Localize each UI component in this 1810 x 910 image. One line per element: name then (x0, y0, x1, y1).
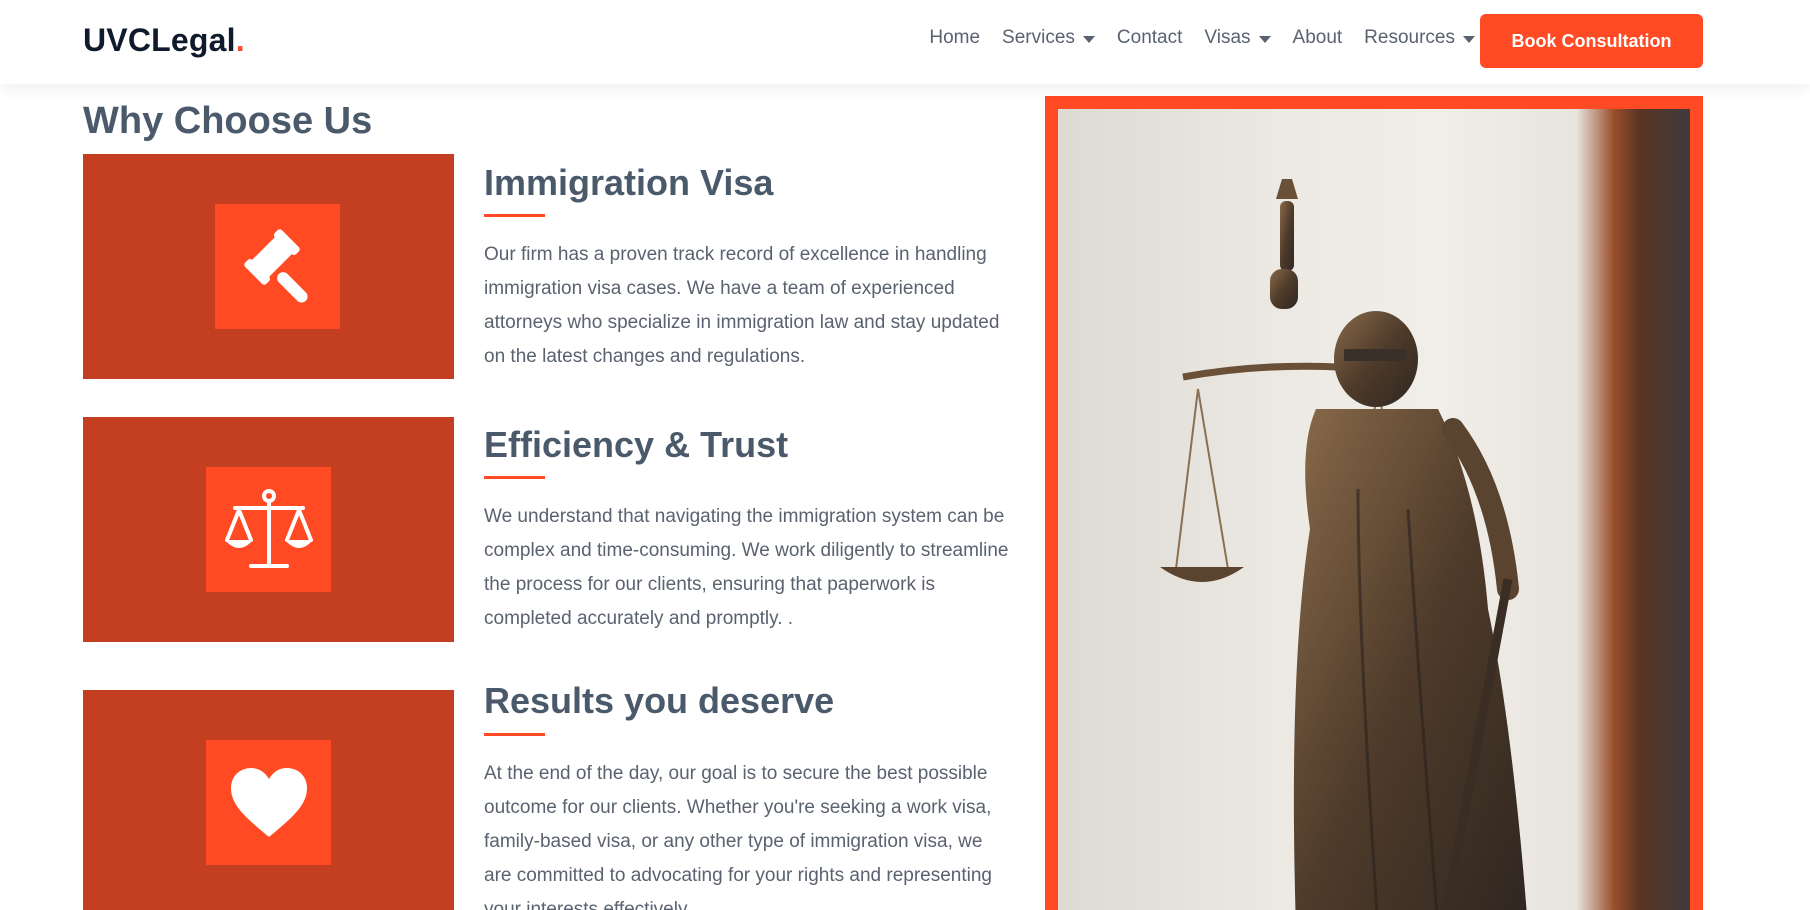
nav-contact[interactable]: Contact (1117, 27, 1182, 49)
nav-contact-label: Contact (1116, 27, 1183, 48)
heart-icon (206, 740, 331, 865)
feature-text: We understand that navigating the immigr… (484, 506, 1009, 629)
feature-heading: Immigration Visa (484, 162, 774, 203)
nav-home[interactable]: Home (929, 27, 980, 49)
feature-heading: Results you deserve (484, 680, 835, 721)
navbar: UVCLegal. Home Services Contact Visas Ab… (0, 0, 1810, 84)
brand-dot: . (235, 22, 245, 58)
feature-text: At the end of the day, our goal is to se… (484, 763, 992, 910)
scales-icon (206, 467, 331, 592)
nav-about[interactable]: About (1293, 27, 1343, 49)
lady-justice-image (1058, 109, 1690, 910)
heading-underline (484, 476, 545, 479)
feature-icon-box (83, 690, 454, 910)
brand-logo[interactable]: UVCLegal. (83, 22, 245, 59)
nav-about-label: About (1292, 27, 1343, 48)
section-title: Why Choose Us (83, 100, 373, 142)
nav-home-label: Home (929, 27, 981, 48)
nav-visas[interactable]: Visas (1204, 27, 1271, 49)
gavel-icon (215, 204, 340, 329)
nav-visas-label: Visas (1204, 27, 1251, 48)
heading-underline (484, 733, 545, 736)
feature-heading: Efficiency & Trust (484, 424, 789, 465)
brand-name: UVCLegal (83, 22, 236, 58)
nav-resources[interactable]: Resources (1364, 27, 1475, 49)
nav-services-label: Services (1002, 27, 1075, 48)
book-consultation-button[interactable]: Book Consultation (1480, 14, 1703, 68)
main-nav: Home Services Contact Visas About Resour… (929, 27, 1475, 49)
feature-icon-box (83, 154, 454, 379)
feature-icon-box (83, 417, 454, 642)
nav-resources-label: Resources (1364, 27, 1455, 48)
caret-down-icon (1463, 35, 1475, 43)
caret-down-icon (1082, 35, 1095, 43)
caret-down-icon (1258, 35, 1271, 43)
feature-text: Our firm has a proven track record of ex… (484, 244, 1000, 367)
nav-services[interactable]: Services (1002, 27, 1095, 49)
hero-image-frame (1045, 96, 1703, 910)
heading-underline (484, 214, 545, 217)
